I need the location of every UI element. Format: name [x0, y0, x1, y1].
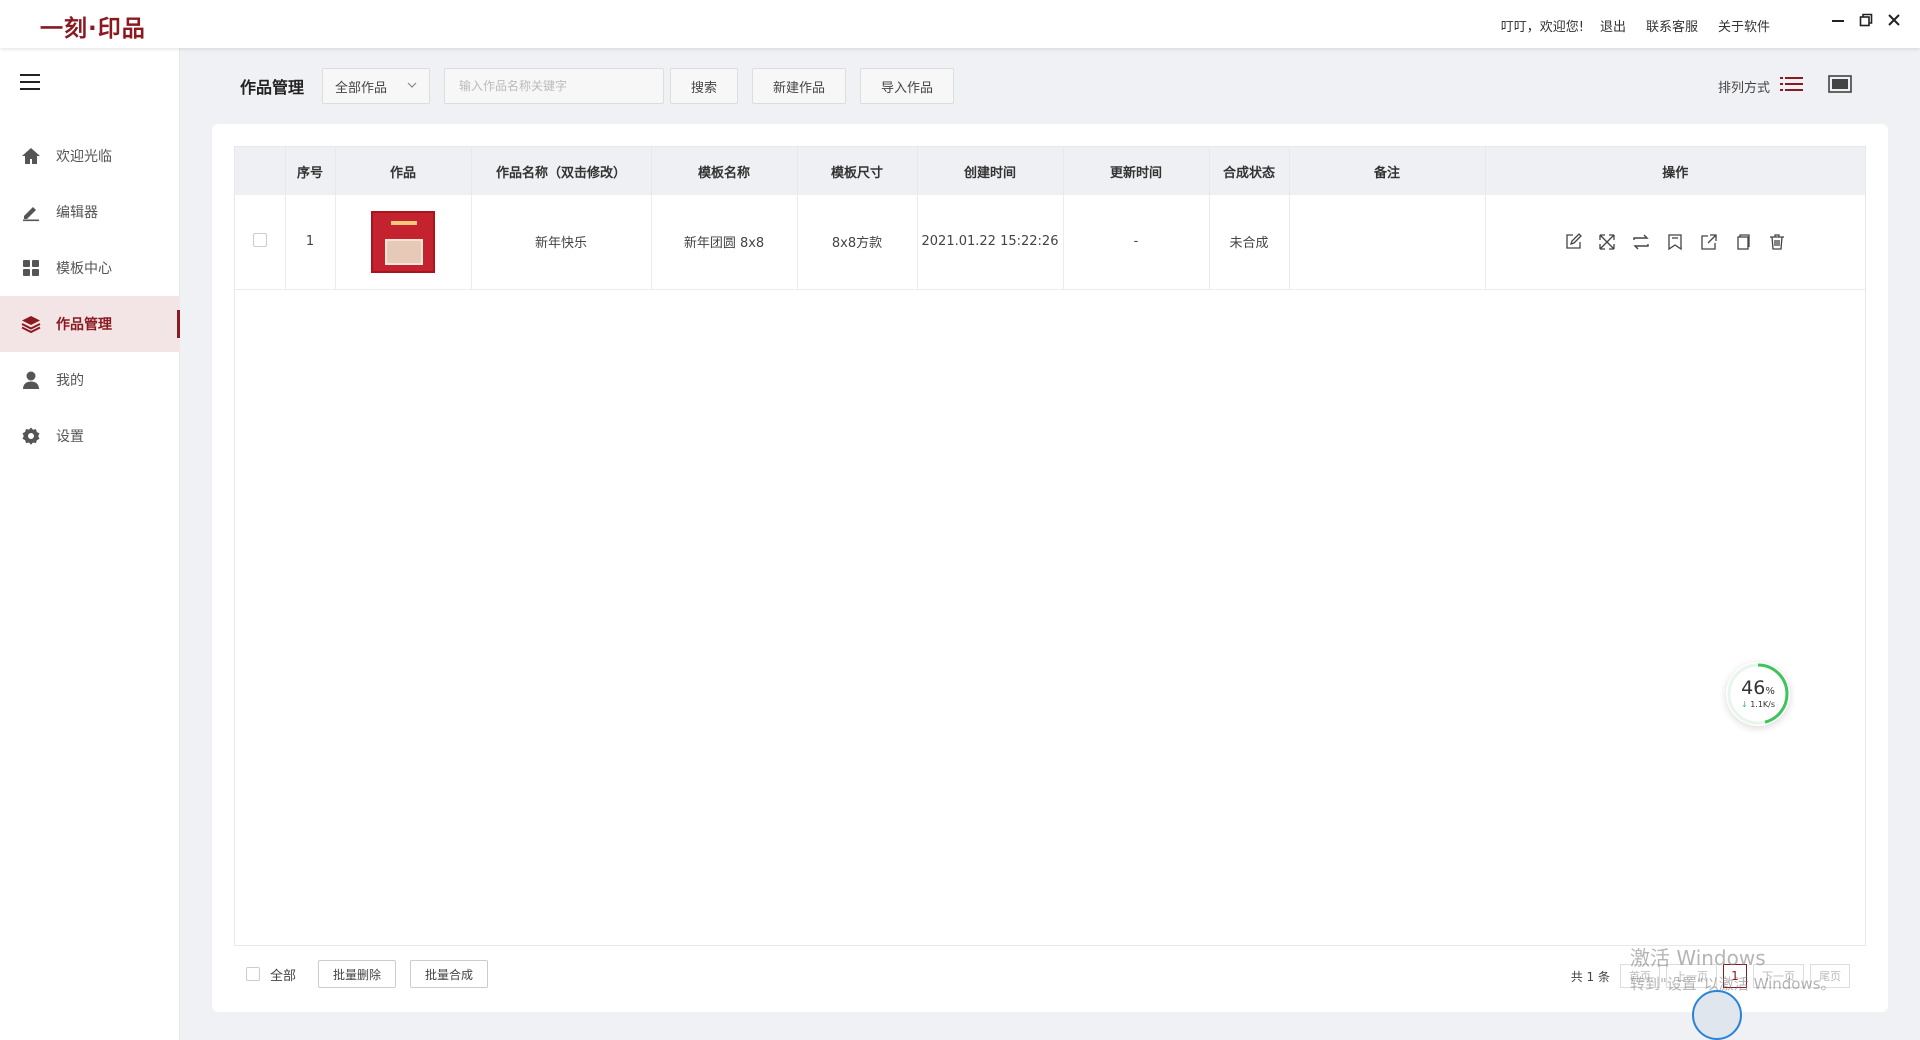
- progress-ring: [1727, 663, 1789, 725]
- pagination: 共 1 条 首页 上一页 1 下一页 尾页: [1571, 964, 1850, 988]
- header-template-name: 模板名称: [651, 147, 798, 195]
- sidebar-item-templates[interactable]: 模板中心: [0, 240, 180, 296]
- gear-icon: [20, 425, 42, 447]
- first-page-button[interactable]: 首页: [1620, 964, 1660, 988]
- sidebar-item-welcome[interactable]: 欢迎光临: [0, 128, 180, 184]
- search-input[interactable]: [444, 68, 665, 104]
- cell-template-name: 新年团圆 8x8: [651, 195, 798, 290]
- sidebar-item-mine[interactable]: 我的: [0, 352, 180, 408]
- row-checkbox[interactable]: [252, 232, 267, 247]
- work-thumbnail[interactable]: [371, 210, 435, 273]
- sidebar: 欢迎光临 编辑器 模板中心 作品管理 我的 设置: [0, 48, 180, 1040]
- next-page-button[interactable]: 下一页: [1753, 964, 1804, 988]
- restore-icon[interactable]: [1858, 12, 1874, 28]
- header-actions: 操作: [1485, 147, 1865, 195]
- header-note: 备注: [1289, 147, 1486, 195]
- sidebar-item-works[interactable]: 作品管理: [0, 296, 180, 352]
- window-controls: [1830, 12, 1902, 28]
- cell-actions: [1485, 195, 1865, 290]
- bookmark-icon[interactable]: [1665, 232, 1685, 252]
- import-work-button[interactable]: 导入作品: [860, 68, 955, 104]
- works-filter-select[interactable]: 全部作品: [322, 68, 431, 104]
- expand-icon[interactable]: [1597, 232, 1617, 252]
- cell-work-name[interactable]: 新年快乐: [471, 195, 652, 290]
- cell-thumbnail: [335, 195, 472, 290]
- delete-icon[interactable]: [1767, 232, 1787, 252]
- cell-template-size: 8x8方款: [797, 195, 918, 290]
- top-links: 叮叮，欢迎您! 退出 联系客服 关于软件: [1501, 16, 1770, 35]
- sort-controls: 排列方式: [1718, 74, 1852, 98]
- home-icon: [20, 145, 42, 167]
- sidebar-item-label: 设置: [56, 429, 84, 445]
- last-page-button[interactable]: 尾页: [1810, 964, 1850, 988]
- minimize-icon[interactable]: [1830, 12, 1846, 28]
- grid-icon: [20, 257, 42, 279]
- header-index: 序号: [285, 147, 336, 195]
- about-software-link[interactable]: 关于软件: [1718, 16, 1770, 35]
- card-view-icon[interactable]: [1828, 74, 1852, 98]
- cell-created: 2021.01.22 15:22:26: [917, 195, 1064, 290]
- cell-index: 1: [285, 195, 336, 290]
- app-logo: 一刻·印品: [40, 16, 146, 42]
- total-count: 共 1 条: [1570, 969, 1610, 984]
- batch-actions: 全部 批量删除 批量合成: [246, 960, 502, 988]
- sidebar-item-label: 编辑器: [56, 205, 98, 221]
- works-table: 序号 作品 作品名称（双击修改） 模板名称 模板尺寸 创建时间 更新时间 合成状…: [234, 146, 1866, 946]
- greeting-text: 叮叮，欢迎您!: [1500, 20, 1584, 35]
- header-created: 创建时间: [917, 147, 1064, 195]
- contact-support-link[interactable]: 联系客服: [1646, 16, 1698, 35]
- share-icon[interactable]: [1699, 232, 1719, 252]
- new-work-button[interactable]: 新建作品: [752, 68, 847, 104]
- logout-link[interactable]: 退出: [1600, 16, 1626, 35]
- sort-label: 排列方式: [1717, 80, 1770, 96]
- swap-icon[interactable]: [1631, 232, 1651, 252]
- select-all-label: 全部: [270, 968, 297, 984]
- sidebar-nav: 欢迎光临 编辑器 模板中心 作品管理 我的 设置: [0, 128, 180, 464]
- title-bar: 一刻·印品 叮叮，欢迎您! 退出 联系客服 关于软件: [0, 0, 1920, 48]
- menu-toggle-icon[interactable]: [20, 74, 40, 90]
- sidebar-item-label: 作品管理: [56, 317, 112, 333]
- sidebar-item-settings[interactable]: 设置: [0, 408, 180, 464]
- current-page-button[interactable]: 1: [1723, 964, 1747, 988]
- cell-note: [1289, 195, 1486, 290]
- header-status: 合成状态: [1209, 147, 1290, 195]
- page-title: 作品管理: [240, 78, 305, 97]
- close-icon[interactable]: [1886, 12, 1902, 28]
- network-speed-widget[interactable]: 46% ↓ 1.1K/s: [1726, 662, 1790, 726]
- search-button[interactable]: 搜索: [670, 68, 739, 104]
- row-checkbox-cell: [235, 195, 286, 290]
- works-panel: 序号 作品 作品名称（双击修改） 模板名称 模板尺寸 创建时间 更新时间 合成状…: [212, 124, 1888, 1012]
- assistant-avatar-icon[interactable]: [1692, 990, 1742, 1040]
- edit-icon[interactable]: [1563, 232, 1583, 252]
- sidebar-item-editor[interactable]: 编辑器: [0, 184, 180, 240]
- user-icon: [20, 369, 42, 391]
- cell-updated: -: [1063, 195, 1210, 290]
- toolbar: 作品管理 全部作品 搜索 新建作品 导入作品: [240, 68, 968, 104]
- header-updated: 更新时间: [1063, 147, 1210, 195]
- sidebar-item-label: 欢迎光临: [56, 149, 112, 165]
- prev-page-button[interactable]: 上一页: [1666, 964, 1717, 988]
- table-row: 1 新年快乐 新年团圆 8x8 8x8方款 2021.01.22 15:22:2…: [235, 195, 1865, 290]
- filter-value: 全部作品: [335, 80, 388, 96]
- copy-icon[interactable]: [1733, 232, 1753, 252]
- header-template-size: 模板尺寸: [797, 147, 918, 195]
- select-all-checkbox[interactable]: [246, 967, 260, 981]
- cell-status: 未合成: [1209, 195, 1290, 290]
- table-header-row: 序号 作品 作品名称（双击修改） 模板名称 模板尺寸 创建时间 更新时间 合成状…: [235, 147, 1865, 195]
- batch-compose-button[interactable]: 批量合成: [410, 960, 489, 988]
- sidebar-item-label: 我的: [56, 373, 84, 389]
- header-select: [235, 147, 286, 195]
- sidebar-item-label: 模板中心: [56, 261, 112, 277]
- list-view-icon[interactable]: [1780, 74, 1804, 98]
- header-work-name: 作品名称（双击修改）: [471, 147, 652, 195]
- pencil-icon: [20, 201, 42, 223]
- chevron-down-icon: [407, 79, 417, 94]
- header-work: 作品: [335, 147, 472, 195]
- layers-icon: [20, 313, 42, 335]
- batch-delete-button[interactable]: 批量删除: [318, 960, 397, 988]
